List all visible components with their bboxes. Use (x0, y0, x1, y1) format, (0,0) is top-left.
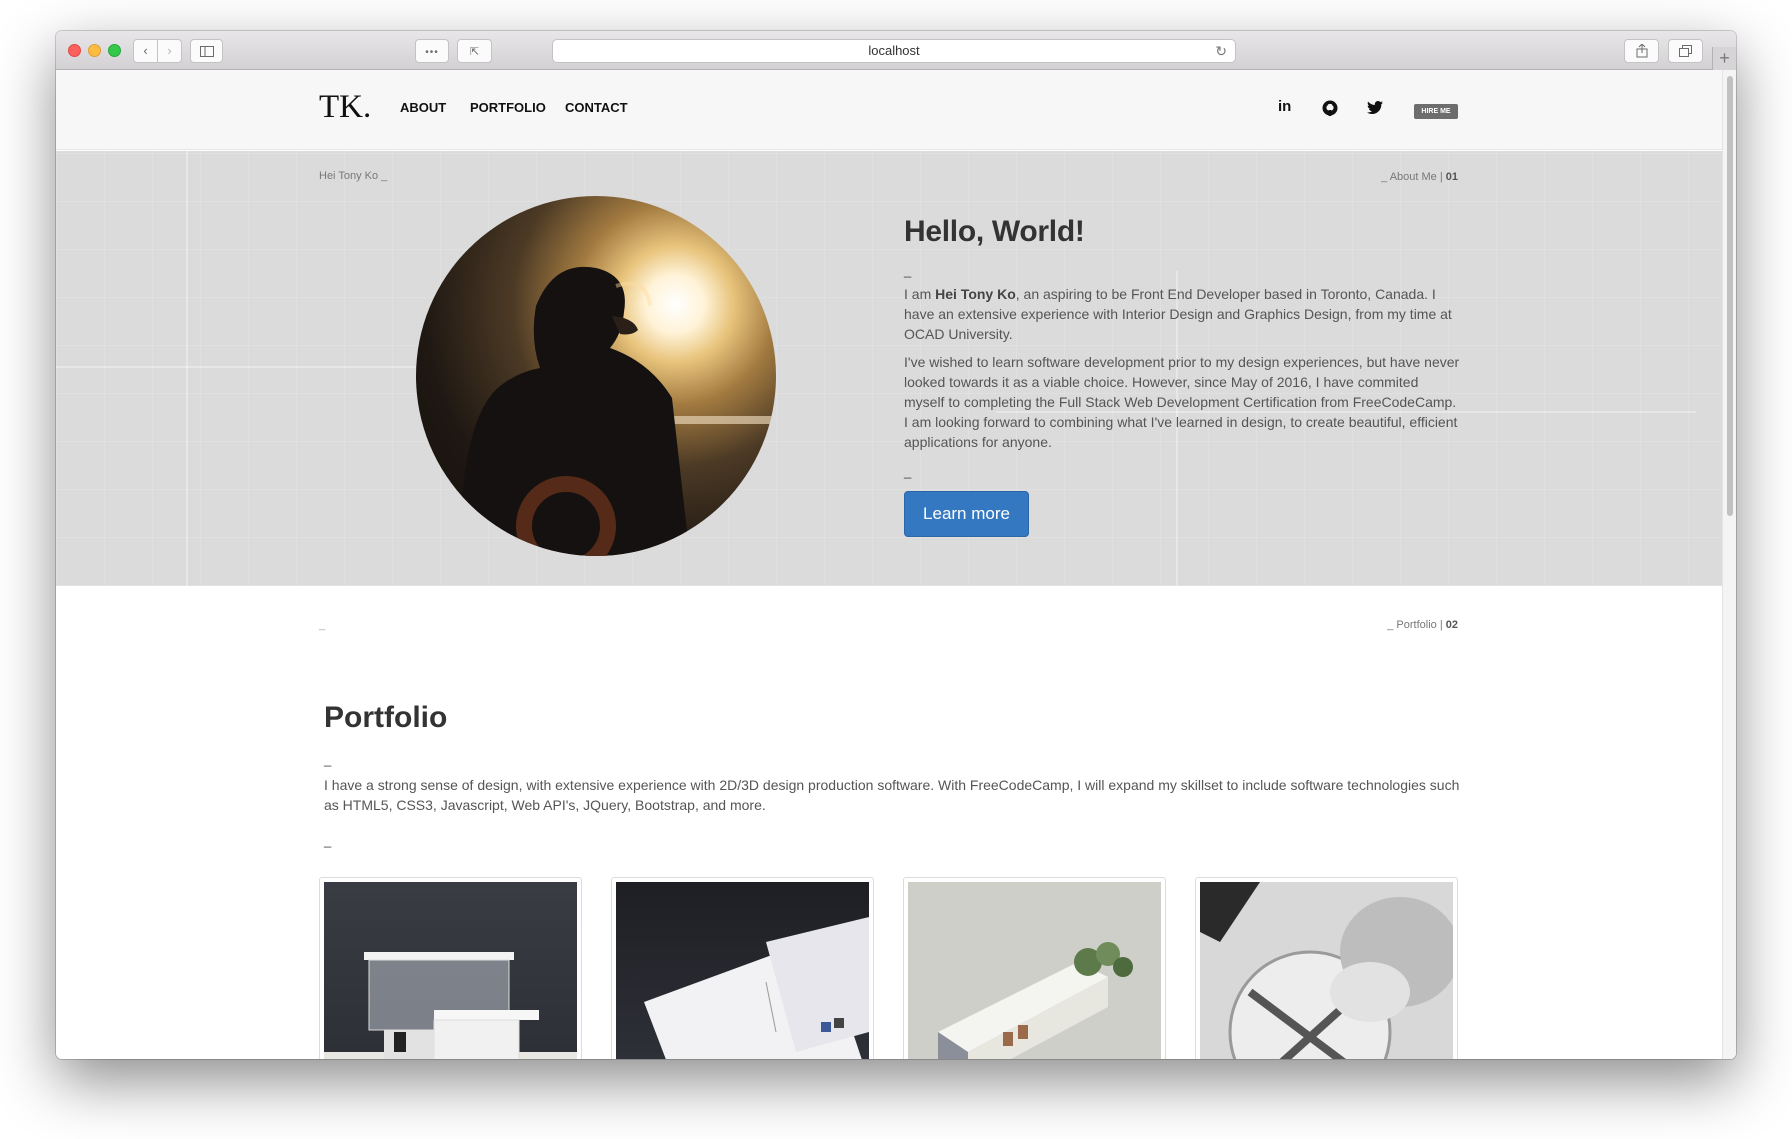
portfolio-title: Portfolio (324, 701, 448, 734)
portfolio-card-chair-model[interactable] (1195, 877, 1458, 1059)
hire-me-button[interactable]: HIRE ME (1414, 104, 1458, 119)
hero-divider-2: _ (904, 464, 912, 479)
nav-contact[interactable]: CONTACT (565, 100, 628, 115)
portfolio-card-building-render[interactable] (903, 877, 1166, 1059)
linkedin-icon[interactable]: in (1278, 98, 1291, 115)
hero-breadcrumb-right: _ About Me | 01 (1381, 171, 1458, 183)
portfolio-thumbnail (616, 882, 869, 1059)
url-text: localhost (868, 43, 920, 58)
portfolio-description: I have a strong sense of design, with ex… (324, 777, 1460, 813)
hero-breadcrumb-left: Hei Tony Ko _ (319, 170, 388, 182)
about-text: Hello, World! _ I am Hei Tony Ko, an asp… (904, 215, 1460, 537)
section-number: 02 (1445, 619, 1458, 631)
browser-toolbar: ‹ › ••• ⇱ localhost ↻ + (56, 31, 1736, 70)
background-paragraph: I've wished to learn software developmen… (904, 354, 1460, 450)
top-sites-button[interactable]: ••• (415, 39, 449, 63)
portfolio-breadcrumb-left: _ (319, 619, 326, 631)
close-window-button[interactable] (68, 44, 81, 57)
portfolio-divider: _ (324, 752, 332, 767)
blueprint-background (56, 151, 1722, 586)
blueprint-line (56, 366, 416, 368)
blueprint-line (186, 151, 188, 586)
learn-more-button[interactable]: Learn more (904, 491, 1029, 537)
share-icon (1636, 43, 1647, 58)
tabs-icon (1679, 45, 1692, 57)
twitter-icon[interactable] (1367, 101, 1383, 118)
reader-button[interactable]: ⇱ (457, 39, 492, 63)
expand-icon: ⇱ (469, 46, 480, 58)
browser-window: ‹ › ••• ⇱ localhost ↻ + TK. ABOUT PORTFO… (56, 31, 1736, 1059)
plus-icon: + (1719, 48, 1730, 68)
reload-icon[interactable]: ↻ (1215, 40, 1227, 62)
forward-button[interactable]: › (158, 39, 182, 63)
portfolio-card-business-cards[interactable] (611, 877, 874, 1059)
ellipsis-icon: ••• (425, 47, 439, 58)
tabs-overview-button[interactable] (1668, 39, 1703, 63)
new-tab-button[interactable]: + (1712, 47, 1736, 70)
page-viewport: TK. ABOUT PORTFOLIO CONTACT in HIRE ME H… (56, 70, 1722, 1059)
hero-title: Hello, World! (904, 215, 1085, 248)
section-number: 01 (1445, 171, 1458, 183)
nav-portfolio[interactable]: PORTFOLIO (470, 100, 546, 115)
intro-paragraph: I am Hei Tony Ko, an aspiring to be Fron… (904, 284, 1460, 344)
portfolio-thumbnail (1200, 882, 1453, 1059)
chevron-left-icon: ‹ (143, 43, 148, 58)
portfolio-divider-2: _ (324, 833, 332, 848)
portfolio-card-architecture-model[interactable] (319, 877, 582, 1059)
chevron-right-icon: › (167, 43, 172, 58)
nav-about[interactable]: ABOUT (400, 100, 446, 115)
site-logo[interactable]: TK. (319, 89, 371, 126)
page-scrollbar[interactable] (1722, 70, 1736, 1059)
sidebar-icon (199, 46, 214, 57)
minimize-window-button[interactable] (88, 44, 101, 57)
site-header: TK. ABOUT PORTFOLIO CONTACT in HIRE ME (56, 70, 1722, 150)
share-button[interactable] (1624, 39, 1659, 63)
maximize-window-button[interactable] (108, 44, 121, 57)
about-section: Hei Tony Ko _ _ About Me | 01 Hello, Wor… (56, 151, 1722, 586)
section-label: _ About Me | (1381, 171, 1446, 183)
sidebar-toggle-button[interactable] (190, 39, 223, 63)
scrollbar-thumb[interactable] (1727, 76, 1733, 516)
profile-photo (416, 196, 776, 556)
portfolio-breadcrumb-right: _ Portfolio | 02 (1387, 619, 1458, 631)
portfolio-thumbnail (908, 882, 1161, 1059)
back-button[interactable]: ‹ (133, 39, 158, 63)
intro-text: I am (904, 286, 936, 302)
section-label: _ Portfolio | (1387, 619, 1446, 631)
portfolio-thumbnail (324, 882, 577, 1059)
address-bar[interactable]: localhost ↻ (552, 39, 1236, 63)
hero-divider: _ (904, 263, 912, 278)
github-icon[interactable] (1322, 100, 1338, 120)
author-name: Hei Tony Ko (935, 286, 1016, 302)
